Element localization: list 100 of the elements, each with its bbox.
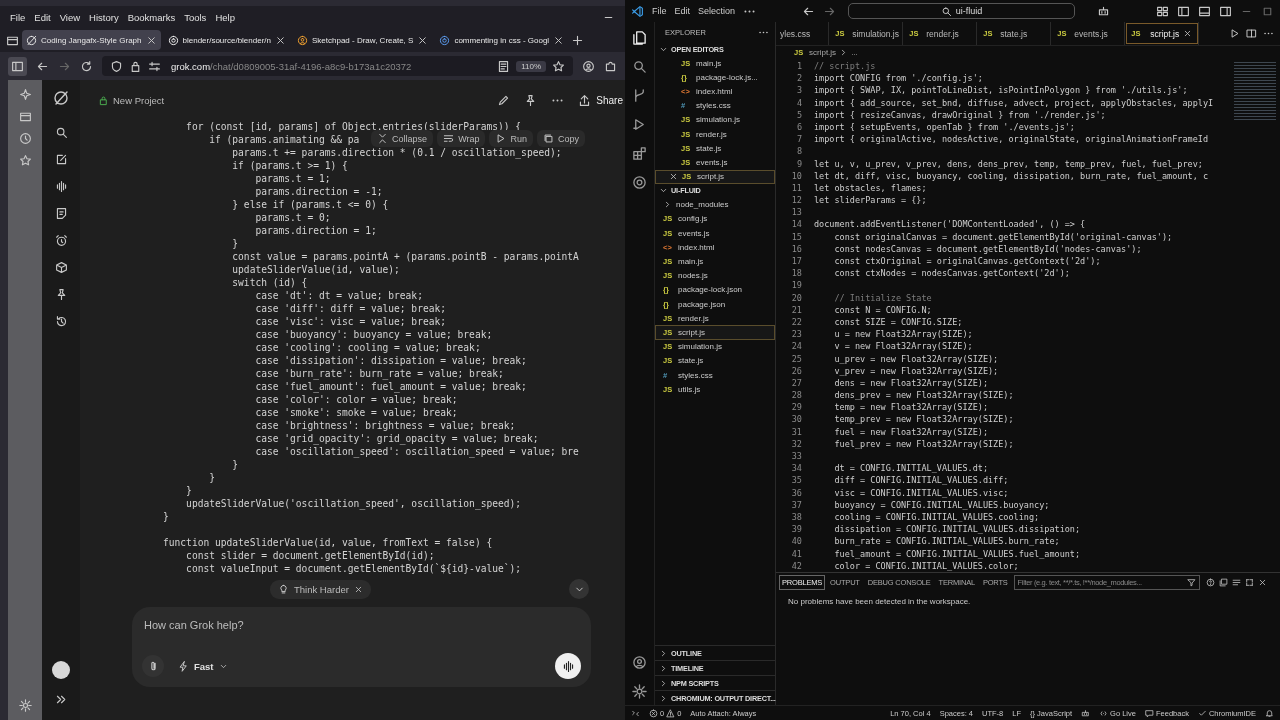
robot-icon[interactable] xyxy=(1081,708,1091,718)
list-icon[interactable] xyxy=(1231,577,1241,587)
mode-selector[interactable]: Fast xyxy=(174,658,232,674)
account-icon[interactable] xyxy=(582,59,595,73)
menu-item[interactable]: File xyxy=(652,6,667,16)
chrome-icon[interactable] xyxy=(632,175,647,190)
think-harder-chip[interactable]: Think Harder xyxy=(270,579,371,599)
menu-item[interactable]: Help xyxy=(215,11,235,23)
alarm-clock-icon[interactable] xyxy=(54,234,68,247)
help-icon[interactable] xyxy=(1205,577,1215,587)
code-line: dens_prev = new Float32Array(SIZE); xyxy=(833,389,1014,402)
sidebar-toggle-icon[interactable] xyxy=(8,56,27,76)
star-icon[interactable] xyxy=(18,154,32,167)
slashed-circle-logo-icon[interactable] xyxy=(53,90,69,106)
browser-tab[interactable]: Coding Jangafx-Style Graph xyxy=(22,30,161,50)
history-icon[interactable] xyxy=(54,315,68,328)
breadcrumb-item[interactable]: ... xyxy=(851,47,858,57)
code-toolbar-button[interactable]: Copy xyxy=(537,130,585,147)
browser-tab[interactable]: blender/source/blender/n xyxy=(163,30,290,50)
search-icon[interactable] xyxy=(54,126,68,139)
split-editor-icon[interactable] xyxy=(1246,28,1257,39)
remote-icon[interactable] xyxy=(631,708,640,718)
close-icon[interactable] xyxy=(669,172,678,182)
account-icon[interactable] xyxy=(632,655,647,670)
line-number: 13 xyxy=(790,206,802,219)
voice-button[interactable] xyxy=(555,653,581,679)
toggle-secondary-sidebar-icon[interactable] xyxy=(1219,4,1232,18)
avatar-circle[interactable] xyxy=(52,661,70,679)
note-icon[interactable] xyxy=(54,207,68,220)
close-icon[interactable] xyxy=(417,34,429,46)
menu-item[interactable]: View xyxy=(59,11,81,23)
menu-item[interactable]: Tools xyxy=(184,11,207,23)
bell-icon[interactable] xyxy=(1265,708,1274,718)
menu-item[interactable]: History xyxy=(89,11,119,23)
broadcast-icon xyxy=(1099,708,1109,718)
reload-icon[interactable] xyxy=(80,59,93,73)
layout-icon[interactable] xyxy=(1156,4,1169,18)
code-line: const ctxOriginal = originalCanvas.getContext('2d'); xyxy=(833,255,1101,268)
menu-item[interactable]: Bookmarks xyxy=(127,11,176,23)
toggle-sidebar-icon[interactable] xyxy=(1177,4,1190,18)
lock-icon[interactable] xyxy=(129,59,142,73)
toggle-panel-icon[interactable] xyxy=(1198,4,1211,18)
menu-item[interactable]: Edit xyxy=(34,11,51,23)
tabs-icon[interactable] xyxy=(18,110,32,123)
address-bar[interactable]: grok.com/chat/d0809005-31af-4196-a8c9-b173a1c20372 110% xyxy=(102,56,573,76)
extensions-icon[interactable] xyxy=(632,146,647,161)
permissions-icon[interactable] xyxy=(148,59,161,73)
line-number: 34 xyxy=(790,462,802,475)
settings-icon[interactable] xyxy=(632,684,647,699)
code-toolbar-button[interactable]: Wrap xyxy=(437,130,486,147)
sparkle-icon[interactable] xyxy=(18,88,32,101)
cube-icon[interactable] xyxy=(54,261,68,274)
robot-icon[interactable] xyxy=(1097,4,1111,18)
explorer-entry[interactable]: node_modules xyxy=(655,197,775,212)
settings-icon[interactable] xyxy=(18,699,32,712)
browser-tab[interactable]: commenting in css - Googl xyxy=(435,30,569,50)
waveform-icon[interactable] xyxy=(54,180,68,193)
line-number: 8 xyxy=(795,145,802,158)
play-icon[interactable] xyxy=(1229,28,1240,39)
maximize-icon[interactable] xyxy=(1244,577,1254,587)
editor-tab[interactable]: yles.css xyxy=(776,22,830,45)
clock-icon[interactable] xyxy=(18,132,32,145)
code-logo-icon[interactable] xyxy=(631,4,644,18)
source-control-icon[interactable] xyxy=(632,88,647,103)
collapse-all-icon[interactable] xyxy=(1218,577,1228,587)
code-toolbar-button[interactable]: Run xyxy=(489,130,533,147)
menu-item[interactable]: File xyxy=(10,11,26,23)
attach-button[interactable] xyxy=(142,655,164,677)
filter-icon[interactable] xyxy=(1186,577,1196,587)
browser-tab[interactable]: Sketchpad - Draw, Create, S xyxy=(293,30,433,50)
files-icon[interactable] xyxy=(632,30,647,45)
close-icon[interactable] xyxy=(145,34,157,46)
edit-icon[interactable] xyxy=(497,93,511,107)
new-project-button[interactable]: New Project xyxy=(98,94,165,106)
code-toolbar-button[interactable]: Collapse xyxy=(371,130,434,147)
shield-icon[interactable] xyxy=(110,59,123,73)
menu-item[interactable]: Edit xyxy=(674,6,691,16)
expand-icon[interactable] xyxy=(54,693,68,706)
search-icon[interactable] xyxy=(632,59,647,74)
close-icon[interactable] xyxy=(275,34,286,46)
reader-view-icon[interactable] xyxy=(497,59,511,73)
new-tab-icon[interactable] xyxy=(571,33,585,47)
close-icon[interactable] xyxy=(1257,577,1267,587)
scroll-down-button[interactable] xyxy=(569,579,589,599)
close-icon[interactable] xyxy=(1183,29,1193,38)
close-icon[interactable] xyxy=(353,584,363,594)
line-number: 33 xyxy=(790,450,802,463)
chat-input[interactable]: How can Grok help? xyxy=(142,617,581,633)
star-icon[interactable] xyxy=(552,59,565,73)
line-number: 3 xyxy=(795,84,802,97)
share-button[interactable]: Share xyxy=(578,93,625,107)
code-line: } xyxy=(208,471,215,484)
compose-icon[interactable] xyxy=(54,153,68,166)
extensions-icon[interactable] xyxy=(604,59,617,73)
run-debug-icon[interactable] xyxy=(632,117,647,132)
code-line: } xyxy=(231,237,239,250)
command-center[interactable]: ui-fluid xyxy=(848,3,1076,19)
close-icon[interactable] xyxy=(553,34,565,46)
zoom-level[interactable]: 110% xyxy=(516,60,546,72)
menu-item[interactable]: Selection xyxy=(698,6,736,16)
